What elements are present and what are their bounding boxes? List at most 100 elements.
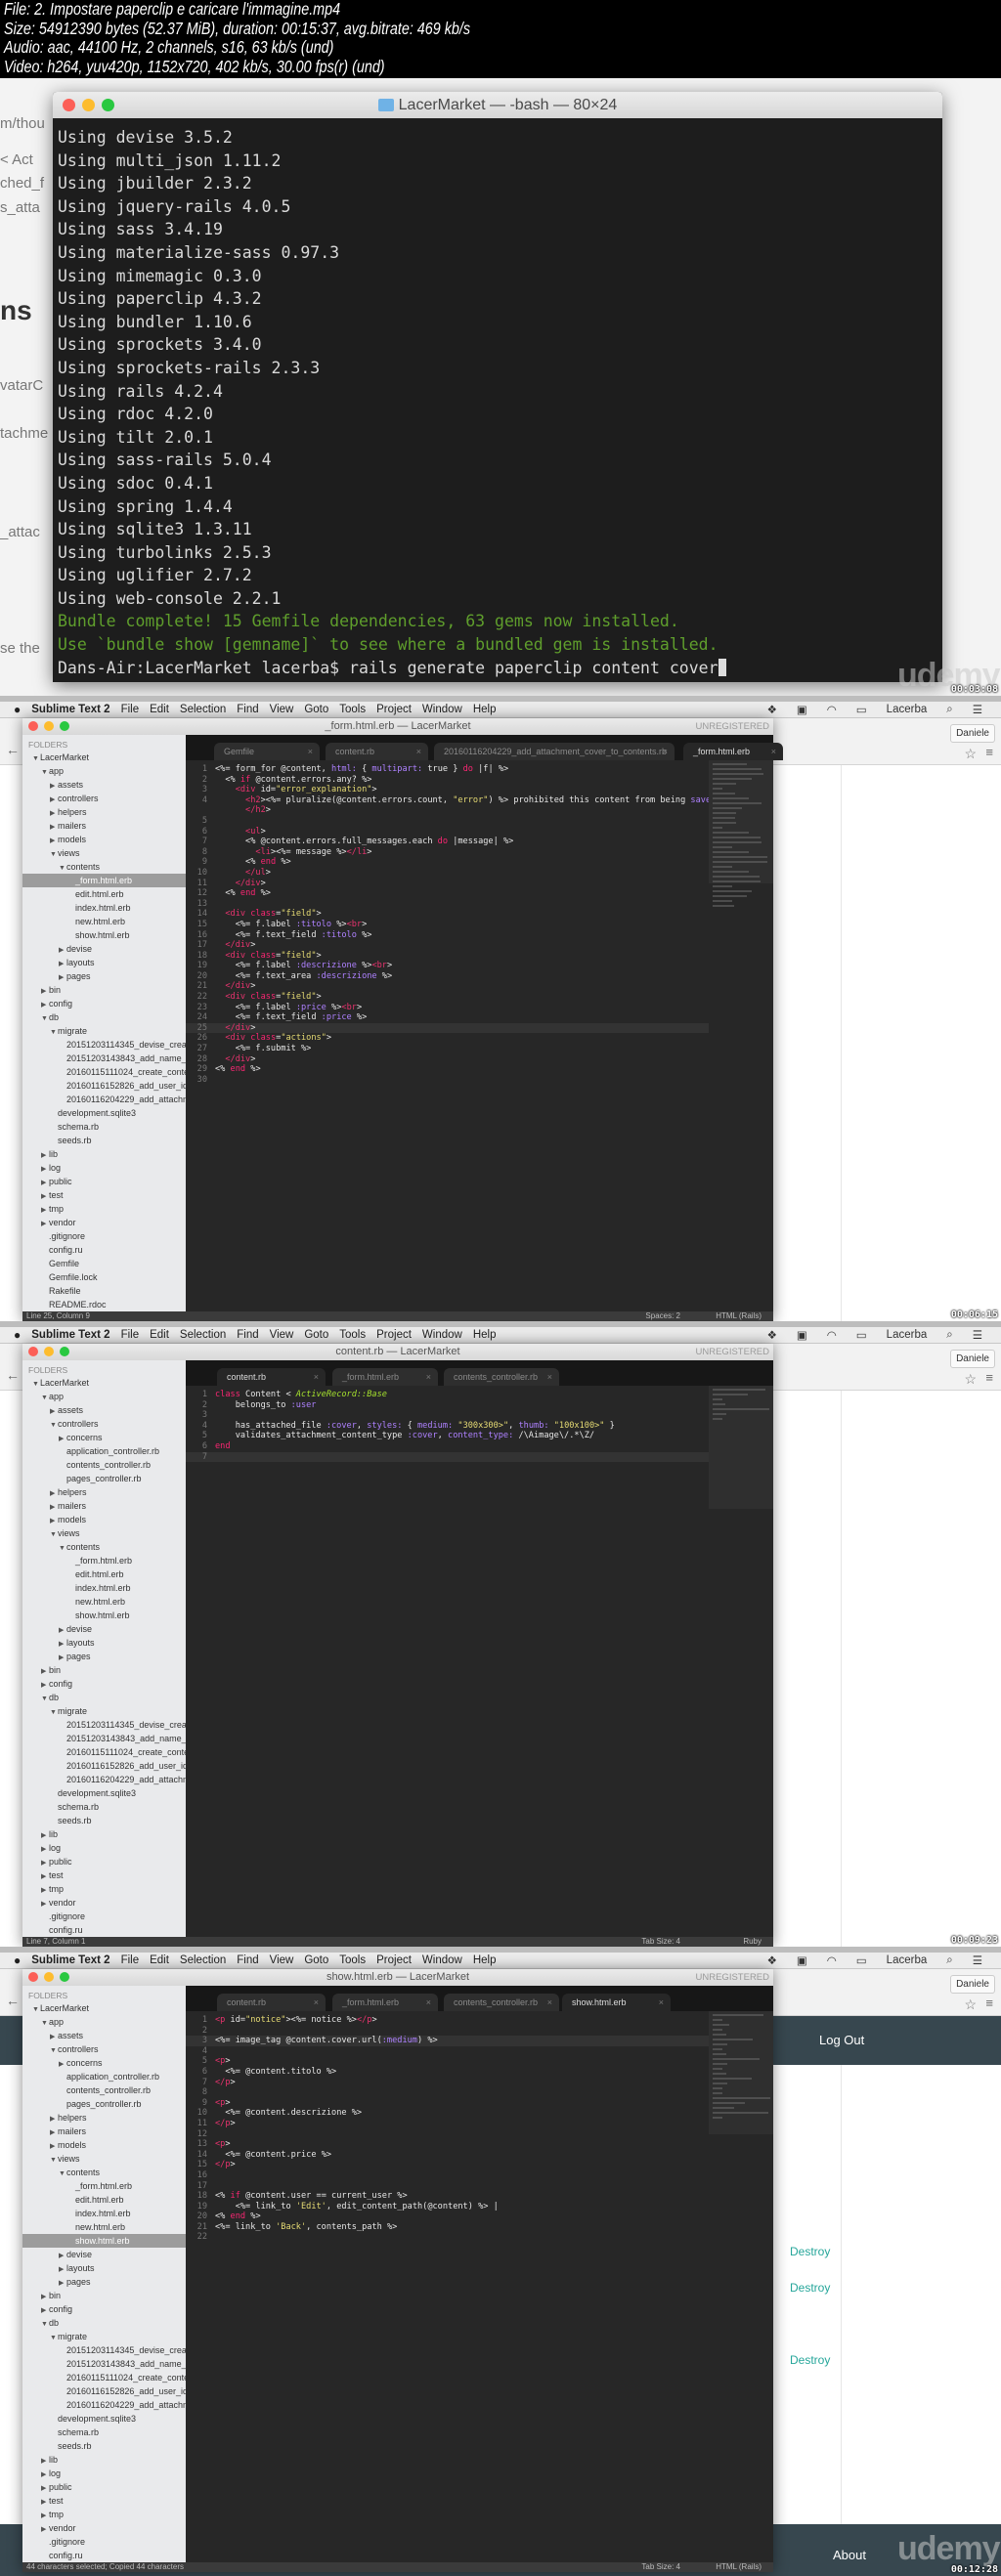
- user-profile-button[interactable]: Daniele: [950, 1975, 995, 1994]
- sidebar-item[interactable]: ▼db: [22, 2316, 186, 2330]
- sidebar-item[interactable]: edit.html.erb: [22, 1567, 186, 1581]
- tab-close-icon[interactable]: ×: [308, 743, 313, 760]
- sidebar-item[interactable]: ▶ lib: [22, 2453, 186, 2467]
- battery-icon[interactable]: ▭: [856, 1328, 867, 1342]
- editor-tab[interactable]: content.rb ×: [326, 743, 428, 760]
- sidebar-item[interactable]: ▶ bin: [22, 2289, 186, 2302]
- disclosure-open-icon[interactable]: ▼: [50, 1706, 58, 1718]
- disclosure-closed-icon[interactable]: ▶: [59, 1624, 66, 1636]
- user-profile-button[interactable]: Daniele: [950, 1350, 995, 1368]
- sidebar-item[interactable]: ▼views: [22, 846, 186, 860]
- sidebar-item[interactable]: ▼contents: [22, 2166, 186, 2179]
- sidebar-item[interactable]: show.html.erb: [22, 1609, 186, 1622]
- disclosure-closed-icon[interactable]: ▶: [41, 1190, 49, 1202]
- sidebar-item[interactable]: seeds.rb: [22, 1134, 186, 1147]
- disclosure-closed-icon[interactable]: ▶: [41, 1679, 49, 1691]
- tab-close-icon[interactable]: ×: [426, 1994, 431, 2011]
- sidebar-item[interactable]: ▶ config: [22, 1677, 186, 1691]
- disclosure-closed-icon[interactable]: ▶: [41, 2291, 49, 2302]
- sidebar-item[interactable]: .gitignore: [22, 2535, 186, 2549]
- sidebar-item[interactable]: pages_controller.rb: [22, 1472, 186, 1485]
- disclosure-closed-icon[interactable]: ▶: [41, 1870, 49, 1882]
- status-syntax[interactable]: HTML (Rails): [716, 1311, 762, 1321]
- sidebar-item[interactable]: _form.html.erb: [22, 1554, 186, 1567]
- sidebar-item[interactable]: ▶ vendor: [22, 2521, 186, 2535]
- sidebar-item[interactable]: development.sqlite3: [22, 1786, 186, 1800]
- sidebar-item[interactable]: pages_controller.rb: [22, 2097, 186, 2111]
- disclosure-closed-icon[interactable]: ▶: [41, 1149, 49, 1161]
- sidebar-item[interactable]: ▼controllers: [22, 1417, 186, 1431]
- sidebar-item[interactable]: schema.rb: [22, 2426, 186, 2439]
- disclosure-closed-icon[interactable]: ▶: [41, 1163, 49, 1175]
- sidebar-item[interactable]: new.html.erb: [22, 915, 186, 928]
- menu-item-file[interactable]: File: [121, 1954, 140, 1966]
- logout-link[interactable]: Log Out: [819, 2033, 864, 2047]
- disclosure-closed-icon[interactable]: ▶: [41, 2482, 49, 2494]
- sidebar-item[interactable]: ▶ helpers: [22, 805, 186, 819]
- sidebar-item[interactable]: ▶ pages: [22, 2275, 186, 2289]
- sidebar-item[interactable]: ▶ vendor: [22, 1216, 186, 1229]
- spotlight-search-icon[interactable]: ⌕: [946, 704, 952, 716]
- menu-item-file[interactable]: File: [121, 704, 140, 715]
- disclosure-closed-icon[interactable]: ▶: [41, 2469, 49, 2480]
- disclosure-closed-icon[interactable]: ▶: [59, 1652, 66, 1663]
- sidebar-item[interactable]: 20160116152826_add_user_id_: [22, 1079, 186, 1093]
- disclosure-closed-icon[interactable]: ▶: [50, 821, 58, 833]
- sidebar-item[interactable]: ▶ models: [22, 833, 186, 846]
- sidebar-item[interactable]: ▼app: [22, 1390, 186, 1403]
- tab-close-icon[interactable]: ×: [659, 1994, 664, 2011]
- sidebar-item[interactable]: ▶ layouts: [22, 1636, 186, 1650]
- sidebar-item[interactable]: ▼db: [22, 1010, 186, 1024]
- menu-item-edit[interactable]: Edit: [150, 1954, 169, 1966]
- sidebar-item[interactable]: edit.html.erb: [22, 887, 186, 901]
- bookmark-star-icon[interactable]: ☆: [964, 1371, 977, 1388]
- menu-item-project[interactable]: Project: [376, 1954, 412, 1966]
- sidebar-item[interactable]: ▶ devise: [22, 1622, 186, 1636]
- battery-icon[interactable]: ▭: [856, 1953, 867, 1967]
- sidebar-item[interactable]: 20160116204229_add_attachm: [22, 1093, 186, 1106]
- apple-icon[interactable]: ●: [14, 703, 21, 716]
- sidebar-item[interactable]: ▶ config: [22, 2302, 186, 2316]
- sidebar-item[interactable]: ▶ bin: [22, 1663, 186, 1677]
- disclosure-closed-icon[interactable]: ▶: [41, 2496, 49, 2508]
- menu-item-selection[interactable]: Selection: [180, 704, 226, 715]
- sidebar-item[interactable]: ▶ layouts: [22, 956, 186, 969]
- minimize-button[interactable]: [44, 1972, 54, 1982]
- editor-tab[interactable]: content.rb ×: [217, 1368, 326, 1386]
- disclosure-open-icon[interactable]: ▼: [41, 2318, 49, 2330]
- browser-menu-icon[interactable]: ≡: [985, 745, 993, 759]
- sidebar-item[interactable]: ▶ public: [22, 1175, 186, 1188]
- sidebar-item[interactable]: ▶ lib: [22, 1147, 186, 1161]
- sidebar-item[interactable]: .gitignore: [22, 1229, 186, 1243]
- notification-list-icon[interactable]: ☰: [973, 703, 982, 716]
- minimap[interactable]: [709, 2011, 773, 2134]
- tab-close-icon[interactable]: ×: [547, 1994, 552, 2011]
- sidebar-item[interactable]: ▼app: [22, 2015, 186, 2029]
- sidebar-item[interactable]: _form.html.erb: [22, 2179, 186, 2193]
- disclosure-open-icon[interactable]: ▼: [50, 2332, 58, 2343]
- menu-item-goto[interactable]: Goto: [304, 1329, 328, 1341]
- sidebar-item[interactable]: schema.rb: [22, 1800, 186, 1814]
- editor-tab[interactable]: Gemfile ×: [214, 743, 320, 760]
- menu-item-selection[interactable]: Selection: [180, 1329, 226, 1341]
- sidebar-item[interactable]: _form.html.erb: [22, 874, 186, 887]
- menu-item-find[interactable]: Find: [237, 1329, 258, 1341]
- sidebar-item[interactable]: ▶ helpers: [22, 1485, 186, 1499]
- minimize-button[interactable]: [44, 721, 54, 731]
- sidebar-item[interactable]: ▶ test: [22, 2494, 186, 2508]
- terminal-output[interactable]: Using devise 3.5.2 Using multi_json 1.11.…: [53, 118, 942, 679]
- sidebar-item[interactable]: application_controller.rb: [22, 2070, 186, 2083]
- disclosure-closed-icon[interactable]: ▶: [41, 1857, 49, 1868]
- zoom-button[interactable]: [60, 1972, 69, 1982]
- sidebar-item[interactable]: Gemfile: [22, 1257, 186, 1270]
- sidebar-item[interactable]: 20160116152826_add_user_id_: [22, 1759, 186, 1773]
- disclosure-open-icon[interactable]: ▼: [41, 1693, 49, 1704]
- disclosure-open-icon[interactable]: ▼: [41, 1392, 49, 1403]
- zoom-button[interactable]: [60, 1347, 69, 1356]
- notification-list-icon[interactable]: ☰: [973, 1328, 982, 1342]
- editor-tab[interactable]: _form.html.erb ×: [332, 1994, 438, 2011]
- sidebar-item[interactable]: ▶ pages: [22, 969, 186, 983]
- status-syntax[interactable]: HTML (Rails): [716, 2562, 762, 2572]
- sidebar-item[interactable]: .gitignore: [22, 1910, 186, 1923]
- sidebar-item[interactable]: ▶ log: [22, 1841, 186, 1855]
